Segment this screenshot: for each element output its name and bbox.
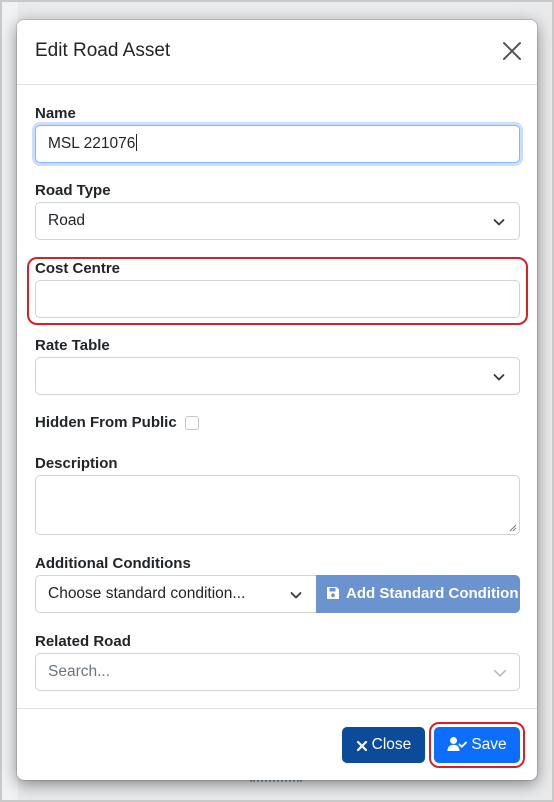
dialog-header: Edit Road Asset (17, 20, 537, 85)
backdrop-decoration (250, 780, 302, 786)
rate-table-select[interactable] (35, 357, 520, 395)
cost-centre-label: Cost Centre (35, 260, 121, 277)
related-road-label: Related Road (35, 633, 131, 650)
chevron-down-icon (493, 669, 507, 677)
add-standard-condition-button[interactable]: Add Standard Condition (316, 575, 520, 613)
chevron-down-icon (290, 592, 302, 599)
name-label: Name (35, 105, 76, 122)
close-button[interactable]: Close (342, 727, 425, 763)
save-button[interactable]: Save (434, 727, 520, 763)
additional-conditions-label: Additional Conditions (35, 555, 191, 572)
edit-road-asset-dialog: Edit Road Asset Name MSL 221076 Road Typ… (17, 20, 537, 780)
add-standard-condition-label: Add Standard Condition (346, 585, 519, 602)
related-road-search[interactable]: Search... (35, 653, 520, 691)
cost-centre-input[interactable] (35, 280, 520, 318)
hidden-from-public-checkbox[interactable] (185, 416, 199, 430)
floppy-disk-icon (327, 587, 339, 599)
chevron-down-icon (493, 219, 505, 226)
close-button-label: Close (371, 736, 412, 753)
dialog-title: Edit Road Asset (35, 40, 171, 61)
rate-table-label: Rate Table (35, 337, 110, 354)
related-road-placeholder: Search... (48, 663, 111, 680)
user-check-icon (447, 737, 468, 751)
resize-handle-icon[interactable] (509, 524, 517, 532)
chevron-down-icon (493, 374, 505, 381)
hidden-from-public-label: Hidden From Public (35, 414, 177, 431)
standard-condition-placeholder: Choose standard condition... (48, 585, 246, 602)
dialog-body: Name MSL 221076 Road Type Road Cost Cent… (17, 85, 537, 707)
save-button-label: Save (471, 736, 507, 753)
description-textarea[interactable] (35, 475, 520, 535)
road-type-value: Road (48, 212, 86, 229)
road-type-select[interactable]: Road (35, 202, 520, 240)
road-type-label: Road Type (35, 182, 111, 199)
description-label: Description (35, 455, 118, 472)
text-caret (136, 134, 138, 151)
standard-condition-select[interactable]: Choose standard condition... (35, 575, 317, 613)
dialog-footer: Close Save (17, 708, 537, 780)
name-input-value: MSL 221076 (48, 135, 136, 152)
name-input[interactable]: MSL 221076 (35, 125, 520, 163)
times-icon (356, 740, 367, 752)
backdrop-edge (0, 0, 18, 802)
close-icon[interactable] (501, 40, 523, 62)
